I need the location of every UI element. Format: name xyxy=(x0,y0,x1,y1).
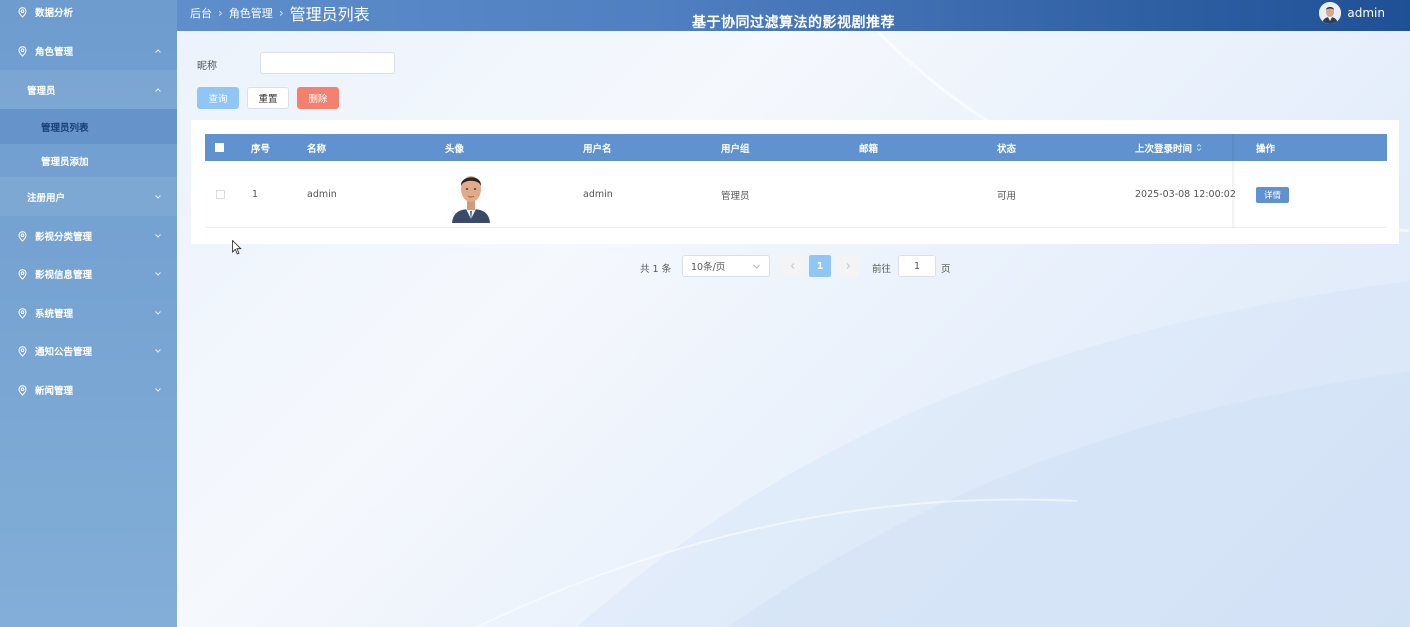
sidebar-item-admin-add[interactable]: 管理员添加 xyxy=(0,144,177,177)
sidebar: 数据分析 角色管理 管理员 管理员列表 管理员添加 注册用户 影视分类管理 影视… xyxy=(0,0,177,627)
column-header-avatar: 头像 xyxy=(445,143,465,155)
chevron-down-icon xyxy=(155,311,161,315)
page-size-select[interactable]: 10条/页 xyxy=(682,255,770,277)
sidebar-item-label: 注册用户 xyxy=(27,192,66,204)
next-page-button[interactable] xyxy=(837,255,859,277)
column-header-group: 用户组 xyxy=(721,143,750,155)
location-pin-icon xyxy=(18,230,30,242)
location-pin-icon xyxy=(18,345,30,357)
chevron-down-icon xyxy=(155,349,161,353)
reset-button[interactable]: 重置 xyxy=(247,87,289,109)
query-button[interactable]: 查询 xyxy=(197,87,239,109)
sidebar-item-label: 管理员添加 xyxy=(41,156,89,168)
mouse-cursor-icon xyxy=(232,240,242,255)
select-all-checkbox[interactable] xyxy=(215,143,224,152)
goto-label: 前往 xyxy=(872,264,892,275)
sidebar-item-category-management[interactable]: 影视分类管理 xyxy=(0,217,177,255)
chevron-down-icon xyxy=(155,194,161,199)
chevron-left-icon xyxy=(790,263,795,269)
location-pin-icon xyxy=(18,384,30,396)
sidebar-item-movie-info-management[interactable]: 影视信息管理 xyxy=(0,255,177,293)
cell-group: 管理员 xyxy=(721,190,750,202)
detail-button[interactable]: 详情 xyxy=(1256,187,1289,203)
sidebar-item-label: 数据分析 xyxy=(35,8,74,19)
sidebar-item-news-management[interactable]: 新闻管理 xyxy=(0,371,177,409)
sidebar-item-label: 影视信息管理 xyxy=(35,270,93,281)
sidebar-item-label: 系统管理 xyxy=(35,309,74,320)
column-header-username: 用户名 xyxy=(583,143,612,155)
chevron-down-icon xyxy=(155,272,161,276)
location-pin-icon xyxy=(18,268,30,280)
page-size-value: 10条/页 xyxy=(691,262,726,273)
delete-button[interactable]: 删除 xyxy=(297,87,339,109)
cell-username: admin xyxy=(583,189,613,200)
sidebar-item-registered-users[interactable]: 注册用户 xyxy=(0,177,177,216)
sidebar-item-admin[interactable]: 管理员 xyxy=(0,70,177,109)
column-header-name: 名称 xyxy=(307,143,327,155)
chevron-up-icon xyxy=(155,49,161,53)
column-header-action: 操作 xyxy=(1256,143,1276,155)
chevron-right-icon xyxy=(846,263,851,269)
column-header-index: 序号 xyxy=(251,143,271,155)
sidebar-item-label: 管理员列表 xyxy=(41,122,89,134)
location-pin-icon xyxy=(18,307,30,319)
sidebar-item-label: 管理员 xyxy=(27,85,56,97)
fixed-column-divider xyxy=(1232,134,1236,228)
cell-status: 可用 xyxy=(997,190,1017,202)
site-title: 基于协同过滤算法的影视剧推荐 xyxy=(692,15,895,31)
avatar xyxy=(450,165,492,223)
column-header-label: 上次登录时间 xyxy=(1135,143,1193,155)
page-unit-label: 页 xyxy=(941,264,951,275)
sidebar-item-label: 影视分类管理 xyxy=(35,232,93,243)
cell-name: admin xyxy=(307,189,337,200)
sidebar-item-system-management[interactable]: 系统管理 xyxy=(0,294,177,332)
avatar xyxy=(1319,2,1342,24)
sidebar-item-label: 新闻管理 xyxy=(35,386,74,397)
cell-last-login: 2025-03-08 12:00:02 xyxy=(1135,189,1236,200)
chevron-up-icon xyxy=(155,87,161,92)
chevron-down-icon xyxy=(155,234,161,238)
sidebar-item-label: 通知公告管理 xyxy=(35,347,93,358)
nickname-input[interactable] xyxy=(260,52,395,74)
prev-page-button[interactable] xyxy=(782,255,804,277)
pagination-total: 共 1 条 xyxy=(640,264,672,275)
column-header-email: 邮箱 xyxy=(859,143,879,155)
chevron-down-icon xyxy=(155,388,161,392)
user-menu[interactable]: admin xyxy=(1319,2,1385,24)
sort-icon[interactable] xyxy=(1196,143,1202,152)
username: admin xyxy=(1347,6,1385,20)
sidebar-item-role-management[interactable]: 角色管理 xyxy=(0,32,177,70)
column-header-status: 状态 xyxy=(997,143,1017,155)
sidebar-item-data-analysis[interactable]: 数据分析 xyxy=(0,0,177,31)
table-header: 序号 名称 头像 用户名 用户组 邮箱 状态 上次登录时间 操作 xyxy=(205,134,1387,161)
sidebar-item-admin-list[interactable]: 管理员列表 xyxy=(0,109,177,144)
location-pin-icon xyxy=(18,6,30,18)
table-row: 1 admin admin 管理员 可用 2025-03-08 12:00:02… xyxy=(205,161,1387,228)
row-checkbox[interactable] xyxy=(216,190,225,199)
nickname-label: 昵称 xyxy=(197,61,217,72)
sidebar-item-notice-management[interactable]: 通知公告管理 xyxy=(0,332,177,370)
admin-table: 序号 名称 头像 用户名 用户组 邮箱 状态 上次登录时间 操作 1 admin xyxy=(191,120,1399,244)
page-number-current[interactable]: 1 xyxy=(809,255,831,277)
top-bar: 后台 › 角色管理 › 管理员列表 基于协同过滤算法的影视剧推荐 admin xyxy=(177,0,1410,31)
location-pin-icon xyxy=(18,45,30,57)
chevron-down-icon xyxy=(753,264,760,269)
sidebar-item-label: 角色管理 xyxy=(35,47,74,58)
column-header-last-login[interactable]: 上次登录时间 xyxy=(1135,134,1202,161)
goto-page-input[interactable]: 1 xyxy=(898,255,936,277)
cell-index: 1 xyxy=(252,189,259,200)
